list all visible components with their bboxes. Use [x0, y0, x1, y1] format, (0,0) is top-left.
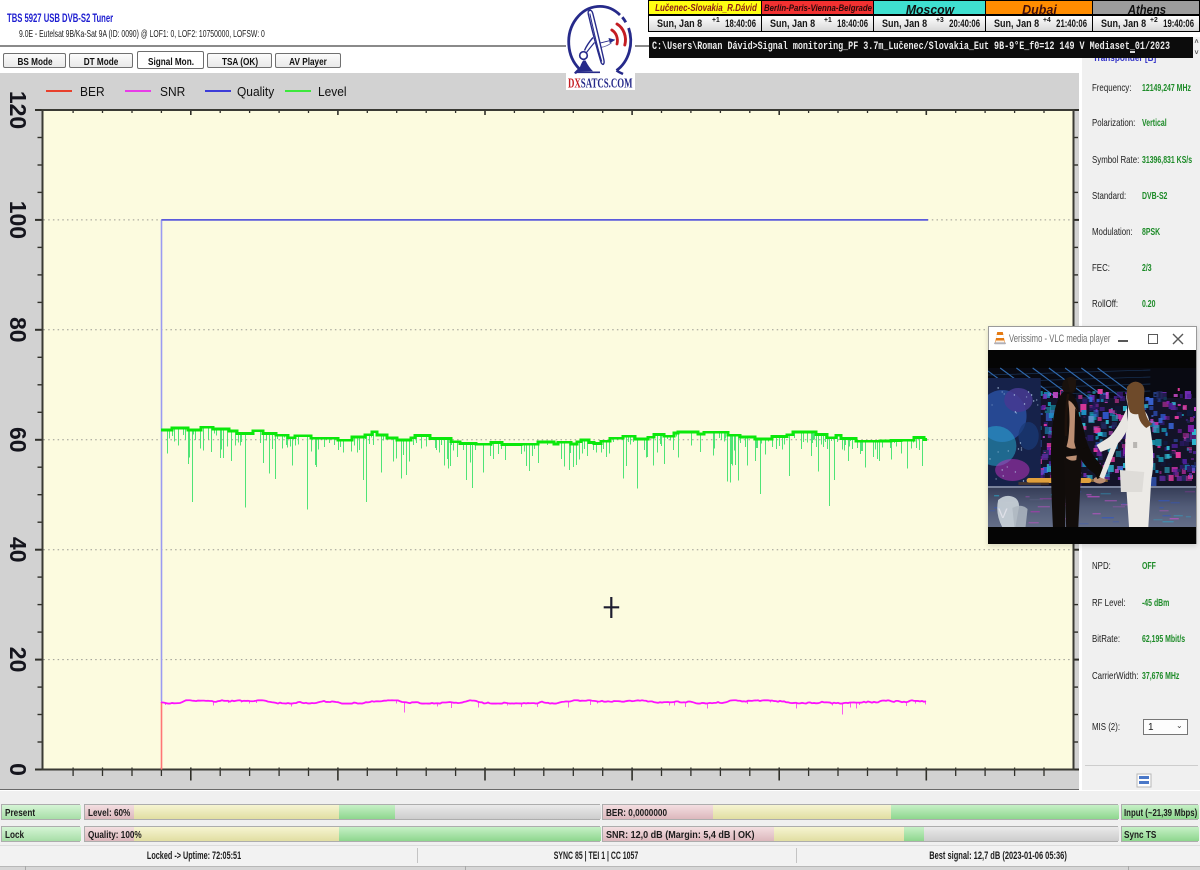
svg-text:DXSATCS.COM: DXSATCS.COM	[568, 76, 633, 91]
svg-text:60: 60	[5, 427, 31, 453]
svg-text:100: 100	[5, 201, 31, 239]
svg-text:80: 80	[5, 317, 31, 343]
svg-text:0: 0	[5, 763, 31, 776]
svg-text:120: 120	[5, 91, 31, 129]
svg-text:V: V	[998, 505, 1008, 521]
svg-text:40: 40	[5, 537, 31, 563]
svg-text:20: 20	[5, 647, 31, 673]
